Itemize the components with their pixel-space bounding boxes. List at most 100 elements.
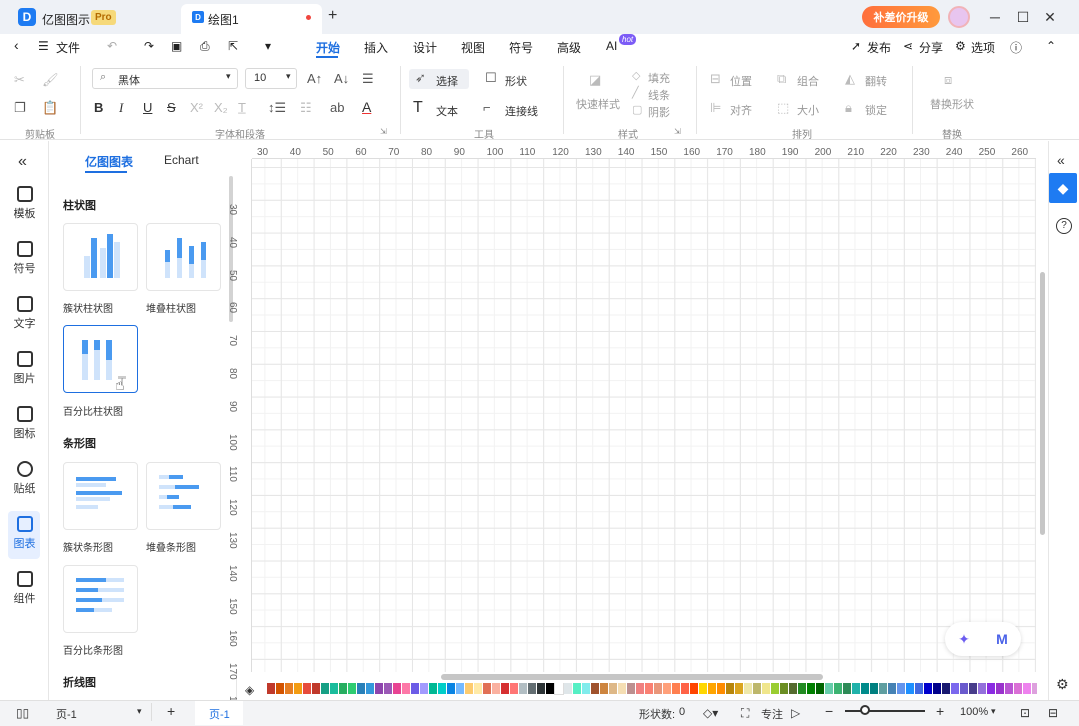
color-swatch[interactable] <box>996 683 1004 694</box>
color-swatch[interactable] <box>843 683 851 694</box>
color-swatch[interactable] <box>861 683 869 694</box>
color-swatch[interactable] <box>753 683 761 694</box>
minimize-icon[interactable]: ─ <box>986 8 1004 26</box>
paste-icon[interactable]: 📋 <box>42 100 58 116</box>
position-icon[interactable]: ⊟ <box>710 71 721 87</box>
color-swatch[interactable] <box>285 683 293 694</box>
color-swatch[interactable] <box>915 683 923 694</box>
options-button[interactable]: 选项 <box>971 39 995 56</box>
font-color-icon[interactable]: A <box>362 99 371 115</box>
page-list-icon[interactable]: ▯▯ <box>16 706 29 720</box>
color-swatch[interactable] <box>1032 683 1037 694</box>
color-swatch[interactable] <box>591 683 599 694</box>
fill-label[interactable]: 填充 <box>648 70 670 86</box>
color-swatch[interactable] <box>501 683 509 694</box>
text-tool-label[interactable]: 文本 <box>436 103 458 119</box>
color-swatch[interactable] <box>825 683 833 694</box>
underline-icon[interactable]: U <box>143 100 152 115</box>
color-swatch[interactable] <box>798 683 806 694</box>
tab-echart[interactable]: Echart <box>164 153 199 167</box>
maximize-icon[interactable]: ☐ <box>1014 8 1032 26</box>
focus-label[interactable]: 专注 <box>761 706 783 722</box>
color-swatch[interactable] <box>519 683 527 694</box>
back-icon[interactable]: ‹ <box>14 37 19 53</box>
color-swatch[interactable] <box>609 683 617 694</box>
color-swatch[interactable] <box>294 683 302 694</box>
upgrade-button[interactable]: 补差价升级 <box>862 6 940 28</box>
grow-font-icon[interactable]: A↑ <box>307 71 322 86</box>
style-dialog-launcher-icon[interactable]: ⇲ <box>674 127 681 136</box>
color-swatch[interactable] <box>951 683 959 694</box>
strikethrough-icon[interactable]: S <box>167 100 176 115</box>
shape-icon[interactable]: ☐ <box>485 70 497 86</box>
color-swatch[interactable] <box>456 683 464 694</box>
rotate-icon[interactable]: ◭ <box>845 71 855 87</box>
color-swatch[interactable] <box>375 683 383 694</box>
color-swatch[interactable] <box>744 683 752 694</box>
close-icon[interactable]: ✕ <box>1041 8 1059 26</box>
tab-symbol[interactable]: 符号 <box>509 39 533 56</box>
rail-item-picture[interactable]: 图片 <box>0 351 49 386</box>
fit-page-icon[interactable]: ⊡ <box>1020 706 1030 720</box>
color-swatch[interactable] <box>618 683 626 694</box>
color-swatch[interactable] <box>762 683 770 694</box>
format-panel-icon[interactable]: ◆ <box>1049 173 1077 203</box>
color-swatch[interactable] <box>321 683 329 694</box>
color-swatch[interactable] <box>834 683 842 694</box>
format-painter-icon[interactable]: 🖌 <box>42 72 59 88</box>
color-swatch[interactable] <box>789 683 797 694</box>
color-swatch[interactable] <box>600 683 608 694</box>
rail-item-template[interactable]: 模板 <box>0 186 49 221</box>
color-swatch[interactable] <box>582 683 590 694</box>
share-icon[interactable]: ⋖ <box>903 39 913 53</box>
replace-shape-label[interactable]: 替换形状 <box>930 96 974 112</box>
align-icon[interactable]: ☰ <box>362 71 374 87</box>
focus-icon[interactable]: ⛶ <box>741 706 749 721</box>
group-icon[interactable]: ⧉ <box>777 71 786 87</box>
zoom-out-button[interactable]: − <box>825 703 833 719</box>
expand-panel-icon[interactable]: « <box>1057 152 1065 168</box>
superscript-icon[interactable]: X² <box>190 100 203 115</box>
color-swatch[interactable] <box>528 683 536 694</box>
print-icon[interactable]: ⎙ <box>200 39 210 54</box>
text-case-icon[interactable]: T̲ <box>238 100 246 115</box>
rail-item-sticker[interactable]: 贴纸 <box>0 461 49 496</box>
color-swatch[interactable] <box>348 683 356 694</box>
color-swatch[interactable] <box>537 683 545 694</box>
rotate-label[interactable]: 翻转 <box>865 73 887 89</box>
color-swatch[interactable] <box>933 683 941 694</box>
size-label[interactable]: 大小 <box>797 102 819 118</box>
rail-item-symbol[interactable]: 符号 <box>0 241 49 276</box>
rail-item-icon[interactable]: 图标 <box>0 406 49 441</box>
color-swatch[interactable] <box>636 683 644 694</box>
color-swatch[interactable] <box>906 683 914 694</box>
color-swatch[interactable] <box>978 683 986 694</box>
tab-start[interactable]: 开始 <box>316 39 340 56</box>
color-swatch[interactable] <box>726 683 734 694</box>
file-menu[interactable]: 文件 <box>56 39 80 56</box>
lock-label[interactable]: 锁定 <box>865 102 887 118</box>
italic-icon[interactable]: I <box>119 100 123 116</box>
settings-gear-icon[interactable]: ⚙ <box>1056 676 1069 693</box>
color-swatch[interactable] <box>627 683 635 694</box>
text-tool-icon[interactable]: T <box>413 99 423 117</box>
tab-design[interactable]: 设计 <box>413 39 437 56</box>
color-swatch[interactable] <box>708 683 716 694</box>
color-swatch[interactable] <box>924 683 932 694</box>
zoom-slider-handle[interactable] <box>860 705 870 715</box>
color-swatch[interactable] <box>276 683 284 694</box>
fill-bucket-icon[interactable]: ◈ <box>245 683 254 697</box>
color-swatch[interactable] <box>807 683 815 694</box>
color-swatch[interactable] <box>735 683 743 694</box>
shadow-icon[interactable]: ▢ <box>632 103 642 116</box>
color-swatch[interactable] <box>492 683 500 694</box>
group-label[interactable]: 组合 <box>797 73 819 89</box>
align-objects-icon[interactable]: ⊫ <box>710 100 721 116</box>
publish-icon[interactable]: ➚ <box>851 39 861 53</box>
color-swatch[interactable] <box>879 683 887 694</box>
chart-card-clustered-bar[interactable] <box>63 462 138 530</box>
color-swatch[interactable] <box>888 683 896 694</box>
tab-ai[interactable]: AI <box>606 39 617 53</box>
line-label[interactable]: 线条 <box>648 87 670 103</box>
connector-tool-label[interactable]: 连接线 <box>505 103 538 119</box>
